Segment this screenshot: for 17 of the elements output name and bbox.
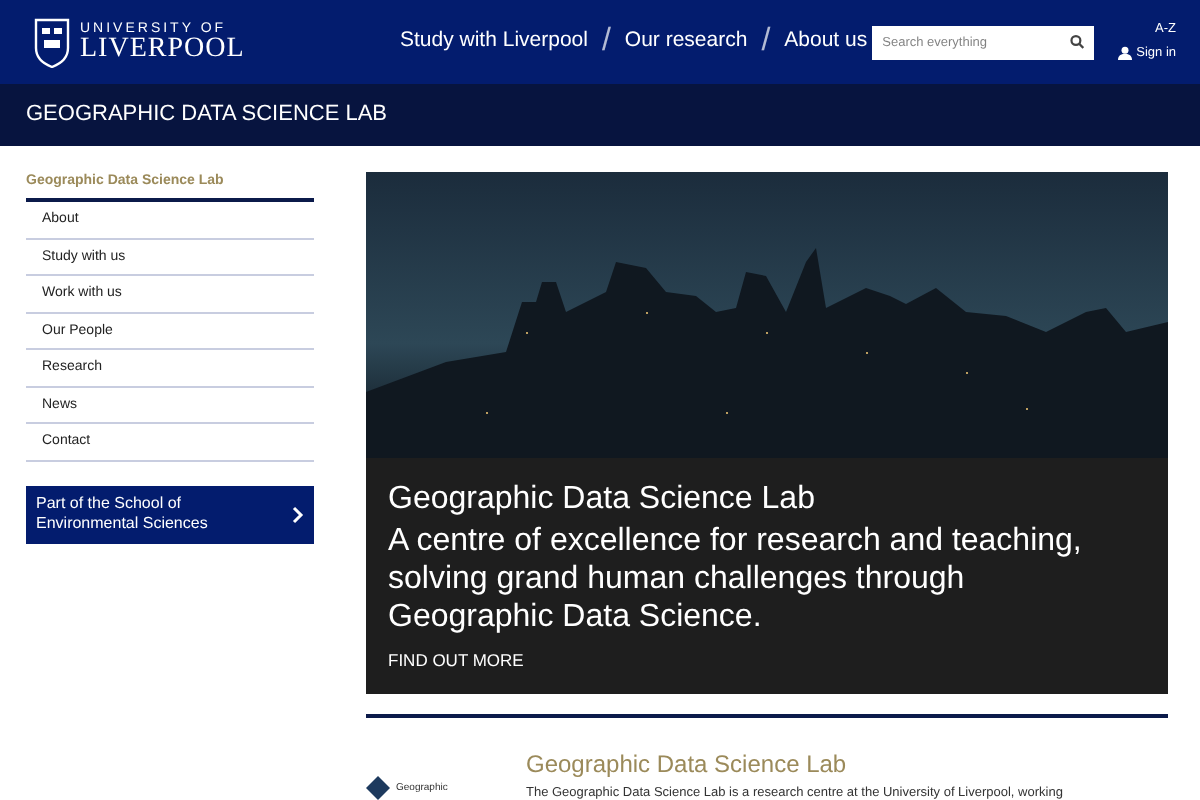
chevron-right-icon	[292, 505, 304, 523]
nav-link[interactable]: Our research	[624, 26, 748, 58]
crest-icon	[34, 17, 70, 67]
logo-text: LIVERPOOL	[80, 35, 245, 63]
school-link[interactable]: Part of the School of Environmental Sciences	[26, 485, 314, 543]
intro-heading: Geographic Data Science Lab	[526, 750, 849, 778]
diamond-logo-icon	[366, 776, 390, 800]
search-icon	[1069, 34, 1085, 50]
nav-link[interactable]: About us	[784, 26, 868, 58]
find-out-more-link[interactable]: FIND OUT MORE	[388, 648, 1120, 674]
hero-subtitle: A centre of excellence for research and teaching, solving grand human challenges through Geographic Data Science.	[388, 522, 1084, 636]
section-title: GEOGRAPHIC DATA SCIENCE LAB	[26, 100, 388, 131]
nav-link[interactable]: Study with Liverpool	[400, 26, 588, 58]
nav-separator: /	[601, 22, 611, 62]
nav-separator: /	[761, 22, 771, 62]
user-icon	[1118, 46, 1133, 61]
hero-title: Geographic Data Science Lab	[388, 480, 817, 520]
